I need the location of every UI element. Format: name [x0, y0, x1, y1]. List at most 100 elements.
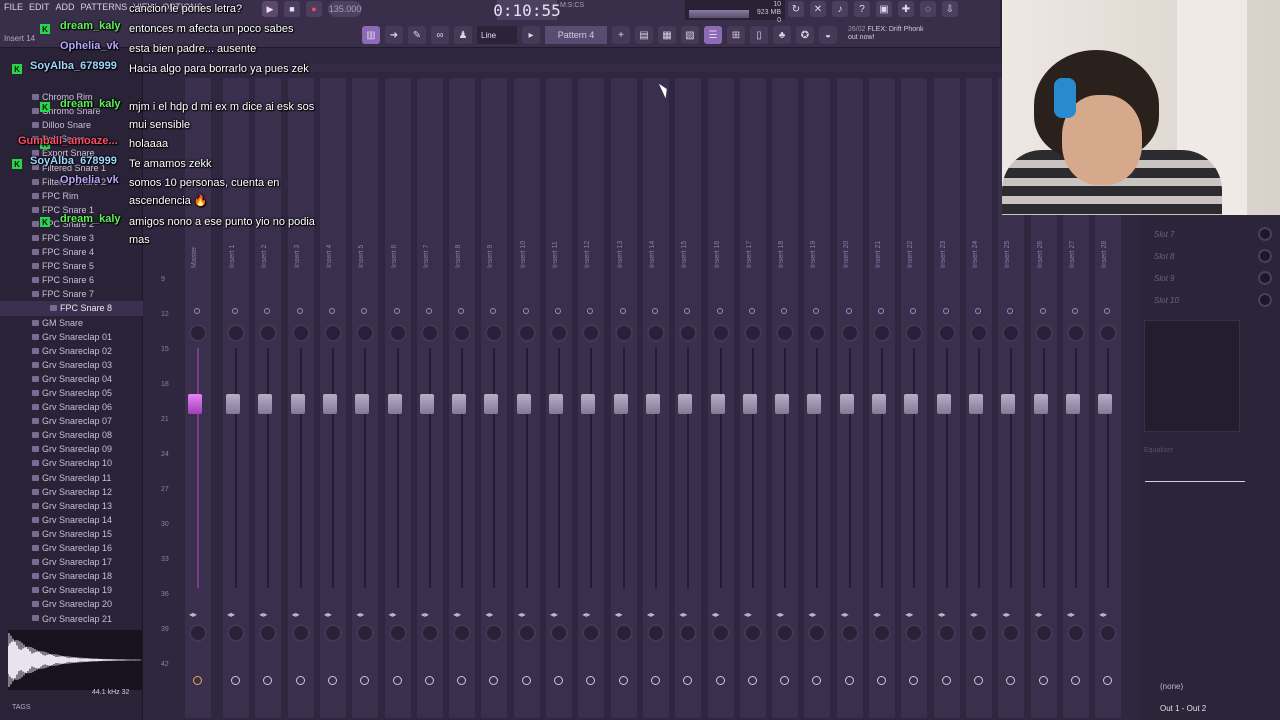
strip-stereo-knob[interactable] — [291, 324, 310, 342]
pan-knob[interactable] — [189, 624, 207, 642]
browser-tree-icon[interactable]: ⊞ — [727, 26, 745, 44]
strip-enable-dot[interactable] — [845, 308, 852, 314]
insert-strip[interactable]: Insert 13 ◂▸ — [609, 78, 639, 718]
mixer-icon[interactable]: ☰ — [704, 26, 722, 44]
cpu-icon[interactable]: ✪ — [796, 26, 814, 44]
slot-mix-knob[interactable] — [1258, 227, 1272, 241]
browser-item[interactable]: FPC Snare 6 — [0, 273, 143, 287]
route-led[interactable] — [650, 676, 660, 685]
pan-knob[interactable] — [840, 624, 859, 642]
route-arrows-icon[interactable]: ◂▸ — [647, 610, 655, 619]
route-arrows-icon[interactable]: ◂▸ — [970, 610, 978, 619]
browser-item[interactable]: FPC Snare 4 — [0, 245, 143, 259]
route-arrows-icon[interactable]: ◂▸ — [259, 610, 267, 619]
effect-slot[interactable]: Slot 8 — [1148, 247, 1278, 265]
insert-strip[interactable]: Insert 17 ◂▸ — [738, 78, 768, 718]
strip-stereo-knob[interactable] — [614, 324, 633, 342]
route-led[interactable] — [747, 676, 757, 685]
route-led[interactable] — [521, 676, 531, 685]
add-pattern-icon[interactable]: + — [612, 26, 630, 44]
volume-fader[interactable] — [1065, 394, 1080, 414]
volume-fader[interactable] — [807, 394, 822, 414]
strip-stereo-knob[interactable] — [1066, 324, 1085, 342]
route-arrows-icon[interactable]: ◂▸ — [1035, 610, 1043, 619]
volume-fader[interactable] — [1001, 394, 1016, 414]
browser-item[interactable]: FPC Snare 5 — [0, 259, 143, 273]
route-led[interactable] — [844, 676, 854, 685]
browser-item[interactable]: Grv Snareclap 09 — [0, 442, 143, 456]
piano-roll-icon[interactable]: ▥ — [362, 26, 380, 44]
volume-fader[interactable] — [839, 394, 854, 414]
volume-fader[interactable] — [936, 394, 951, 414]
route-led[interactable] — [295, 676, 305, 685]
strip-stereo-knob[interactable] — [937, 324, 956, 342]
browser-item[interactable]: FPC Rim — [0, 189, 143, 203]
insert-strip[interactable]: Insert 10 ◂▸ — [512, 78, 542, 718]
tags-label[interactable]: TAGS — [12, 704, 31, 711]
strip-stereo-knob[interactable] — [646, 324, 665, 342]
browser-item[interactable]: Grv Snareclap 21 — [0, 611, 143, 625]
volume-fader[interactable] — [742, 394, 757, 414]
strip-stereo-knob[interactable] — [420, 324, 439, 342]
volume-fader[interactable] — [581, 394, 596, 414]
insert-strip[interactable]: Insert 7 ◂▸ — [415, 78, 445, 718]
insert-strip[interactable]: Insert 5 ◂▸ — [350, 78, 380, 718]
help-icon[interactable]: ? — [854, 1, 870, 17]
volume-fader[interactable] — [419, 394, 434, 414]
browser-item[interactable]: Grv Snareclap 12 — [0, 485, 143, 499]
browser-item[interactable]: Grv Snareclap 07 — [0, 414, 143, 428]
insert-strip[interactable]: Insert 8 ◂▸ — [447, 78, 477, 718]
effect-slot[interactable]: Slot 7 — [1148, 225, 1278, 243]
pencil-icon[interactable]: ✎ — [408, 26, 426, 44]
route-arrows-icon[interactable]: ◂▸ — [582, 610, 590, 619]
route-arrows-icon[interactable]: ◂▸ — [356, 610, 364, 619]
input-route[interactable]: (none) — [1160, 682, 1183, 691]
browser-item[interactable]: Grv Snareclap 19 — [0, 583, 143, 597]
volume-fader[interactable] — [968, 394, 983, 414]
browser-item[interactable]: Grv Snareclap 05 — [0, 386, 143, 400]
browser-item[interactable]: Grv Snareclap 10 — [0, 456, 143, 470]
strip-stereo-knob[interactable] — [189, 324, 207, 342]
output-route[interactable]: Out 1 - Out 2 — [1160, 704, 1206, 713]
pan-knob[interactable] — [453, 624, 472, 642]
volume-fader[interactable] — [355, 394, 370, 414]
volume-fader[interactable] — [904, 394, 919, 414]
eq-display[interactable] — [1144, 320, 1245, 482]
route-led[interactable] — [424, 676, 434, 685]
volume-fader[interactable] — [613, 394, 628, 414]
volume-fader[interactable] — [290, 394, 305, 414]
browser-item[interactable]: Grv Snareclap 11 — [0, 471, 143, 485]
volume-fader[interactable] — [775, 394, 790, 414]
plugin-picker-icon[interactable]: ♣ — [773, 26, 791, 44]
route-arrows-icon[interactable]: ◂▸ — [938, 610, 946, 619]
route-arrows-icon[interactable]: ◂▸ — [1002, 610, 1010, 619]
volume-fader[interactable] — [258, 394, 273, 414]
tools-icon[interactable]: ✕ — [810, 1, 826, 17]
browser-item[interactable]: Grv Snareclap 01 — [0, 330, 143, 344]
browser-item[interactable]: FPC Snare 8 — [0, 301, 143, 316]
insert-strip[interactable]: Insert 11 ◂▸ — [544, 78, 574, 718]
route-arrows-icon[interactable]: ◂▸ — [1099, 610, 1107, 619]
effect-slot[interactable]: Slot 9 — [1148, 269, 1278, 287]
strip-enable-dot[interactable] — [974, 308, 981, 314]
strip-stereo-knob[interactable] — [969, 324, 988, 342]
route-arrows-icon[interactable]: ◂▸ — [712, 610, 720, 619]
strip-enable-dot[interactable] — [194, 308, 200, 314]
strip-enable-dot[interactable] — [1071, 308, 1078, 314]
insert-strip[interactable]: Insert 20 ◂▸ — [835, 78, 865, 718]
mic-icon[interactable]: ♪ — [832, 1, 848, 17]
route-arrows-icon[interactable]: ◂▸ — [227, 610, 235, 619]
pan-knob[interactable] — [969, 624, 988, 642]
pan-knob[interactable] — [743, 624, 762, 642]
strip-enable-dot[interactable] — [1039, 308, 1046, 314]
strip-stereo-knob[interactable] — [776, 324, 795, 342]
strip-stereo-knob[interactable] — [550, 324, 568, 342]
strip-enable-dot[interactable] — [555, 308, 561, 314]
pan-knob[interactable] — [420, 624, 439, 642]
browser-item[interactable]: Grv Snareclap 13 — [0, 499, 143, 513]
route-arrows-icon[interactable]: ◂▸ — [389, 610, 397, 619]
route-arrows-icon[interactable]: ◂▸ — [744, 610, 752, 619]
volume-fader[interactable] — [387, 394, 402, 414]
browser-item[interactable]: Grv Snareclap 03 — [0, 358, 143, 372]
arrow-icon[interactable]: ➜ — [385, 26, 403, 44]
